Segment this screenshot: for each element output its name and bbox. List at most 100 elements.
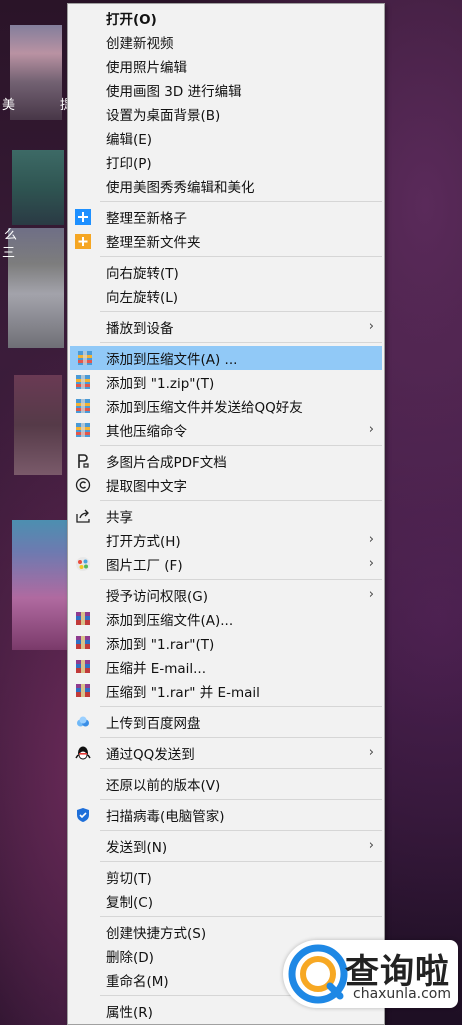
- chaxunla-logo-icon: [288, 944, 348, 1004]
- menu-item-label: 授予访问权限(G): [106, 589, 208, 605]
- menu-item[interactable]: 编辑(E): [68, 126, 384, 150]
- desktop-icon-2[interactable]: [12, 150, 64, 225]
- menu-item-label: 删除(D): [106, 950, 154, 966]
- menu-item[interactable]: 打开方式(H) ›: [68, 528, 384, 552]
- menu-item-label: 其他压缩命令: [106, 424, 187, 440]
- winrar-icon: [75, 659, 91, 675]
- share-icon: [75, 508, 91, 524]
- menu-item-label: 多图片合成PDF文档: [106, 455, 227, 471]
- menu-item[interactable]: 多图片合成PDF文档: [68, 449, 384, 473]
- menu-item-label: 向右旋转(T): [106, 266, 179, 282]
- menu-item[interactable]: 压缩并 E-mail...: [68, 655, 384, 679]
- menu-item[interactable]: 还原以前的版本(V): [68, 772, 384, 796]
- menu-item-label: 整理至新文件夹: [106, 235, 201, 251]
- menu-item-label: 通过QQ发送到: [106, 747, 195, 763]
- menu-separator: [100, 579, 382, 580]
- desktop-icon-5[interactable]: [12, 520, 67, 650]
- menu-item[interactable]: 打开(O): [68, 6, 384, 30]
- menu-item[interactable]: 剪切(T): [68, 865, 384, 889]
- menu-item[interactable]: 提取图中文字: [68, 473, 384, 497]
- menu-item[interactable]: 上传到百度网盘: [68, 710, 384, 734]
- shield-icon: [75, 807, 91, 823]
- menu-item-label: 属性(R): [106, 1005, 153, 1021]
- menu-separator: [100, 311, 382, 312]
- menu-item[interactable]: 设置为桌面背景(B): [68, 102, 384, 126]
- menu-item[interactable]: 使用照片编辑: [68, 54, 384, 78]
- winrar-icon: [75, 611, 91, 627]
- menu-item[interactable]: 整理至新格子: [68, 205, 384, 229]
- desktop-label-1: 美: [2, 98, 16, 113]
- menu-item[interactable]: 扫描病毒(电脑管家): [68, 803, 384, 827]
- menu-item[interactable]: 添加到压缩文件(A)...: [68, 607, 384, 631]
- menu-item-label: 向左旋转(L): [106, 290, 179, 306]
- desktop-icons: 美 提 么 三: [0, 0, 73, 1025]
- menu-item[interactable]: 向右旋转(T): [68, 260, 384, 284]
- chevron-right-icon: ›: [368, 532, 374, 547]
- baidu-netdisk-icon: [75, 714, 91, 730]
- menu-item-label: 压缩到 "1.rar" 并 E-mail: [106, 685, 260, 701]
- menu-item-label: 添加到压缩文件(A) ...: [106, 352, 238, 368]
- menu-item-label: 扫描病毒(电脑管家): [106, 809, 225, 825]
- menu-separator: [100, 256, 382, 257]
- menu-item[interactable]: 通过QQ发送到 ›: [68, 741, 384, 765]
- menu-item-label: 复制(C): [106, 895, 153, 911]
- menu-item[interactable]: 添加到 "1.zip"(T): [68, 370, 384, 394]
- menu-item[interactable]: 添加到压缩文件(A) ...: [70, 346, 382, 370]
- menu-item[interactable]: 复制(C): [68, 889, 384, 913]
- menu-item-label: 编辑(E): [106, 132, 153, 148]
- menu-item-label: 使用美图秀秀编辑和美化: [106, 180, 255, 196]
- menu-item-label: 打开(O): [106, 12, 157, 28]
- chevron-right-icon: ›: [368, 556, 374, 571]
- menu-item[interactable]: 其他压缩命令 ›: [68, 418, 384, 442]
- menu-item-label: 打印(P): [106, 156, 152, 172]
- menu-item-label: 整理至新格子: [106, 211, 187, 227]
- menu-item-label: 设置为桌面背景(B): [106, 108, 221, 124]
- qq-icon: [75, 745, 91, 761]
- desktop-label-3: 么: [4, 228, 18, 243]
- archive-icon: [75, 398, 91, 414]
- menu-item-label: 还原以前的版本(V): [106, 778, 221, 794]
- menu-item-label: 添加到 "1.rar"(T): [106, 637, 215, 653]
- menu-separator: [100, 706, 382, 707]
- menu-item-label: 共享: [106, 510, 133, 526]
- menu-item[interactable]: 打印(P): [68, 150, 384, 174]
- menu-item[interactable]: 向左旋转(L): [68, 284, 384, 308]
- menu-item-label: 使用画图 3D 进行编辑: [106, 84, 242, 100]
- menu-item-label: 使用照片编辑: [106, 60, 187, 76]
- menu-separator: [100, 768, 382, 769]
- menu-item-label: 提取图中文字: [106, 479, 187, 495]
- menu-item[interactable]: 使用美图秀秀编辑和美化: [68, 174, 384, 198]
- menu-separator: [100, 830, 382, 831]
- menu-item[interactable]: 共享: [68, 504, 384, 528]
- watermark-url: chaxunla.com: [353, 986, 451, 1002]
- winrar-icon: [75, 635, 91, 651]
- menu-item[interactable]: 创建新视频: [68, 30, 384, 54]
- menu-item[interactable]: 授予访问权限(G) ›: [68, 583, 384, 607]
- desktop-icon-1[interactable]: [10, 25, 62, 120]
- menu-separator: [100, 799, 382, 800]
- archive-icon: [77, 350, 93, 366]
- pdf-icon: [75, 453, 91, 469]
- menu-item[interactable]: 整理至新文件夹: [68, 229, 384, 253]
- winrar-icon: [75, 683, 91, 699]
- menu-item[interactable]: 添加到压缩文件并发送给QQ好友: [68, 394, 384, 418]
- chevron-right-icon: ›: [368, 745, 374, 760]
- plus-blue-icon: [75, 209, 91, 225]
- desktop-icon-3[interactable]: [8, 228, 64, 348]
- menu-item-label: 打开方式(H): [106, 534, 181, 550]
- menu-separator: [100, 861, 382, 862]
- chevron-right-icon: ›: [368, 319, 374, 334]
- watermark-logo: 查询啦 chaxunla.com: [283, 940, 458, 1008]
- desktop-icon-4[interactable]: [14, 375, 62, 475]
- desktop-label-4: 三: [2, 246, 16, 261]
- menu-item[interactable]: 发送到(N) ›: [68, 834, 384, 858]
- menu-item[interactable]: 使用画图 3D 进行编辑: [68, 78, 384, 102]
- menu-item-label: 重命名(M): [106, 974, 169, 990]
- menu-item-label: 发送到(N): [106, 840, 168, 856]
- menu-item[interactable]: 压缩到 "1.rar" 并 E-mail: [68, 679, 384, 703]
- context-menu: 打开(O) 创建新视频使用照片编辑使用画图 3D 进行编辑 设置为桌面背景(B) 编辑…: [67, 3, 385, 1025]
- menu-item[interactable]: 添加到 "1.rar"(T): [68, 631, 384, 655]
- menu-item-label: 创建新视频: [106, 36, 174, 52]
- menu-item[interactable]: 图片工厂 (F) ›: [68, 552, 384, 576]
- menu-item[interactable]: 播放到设备 ›: [68, 315, 384, 339]
